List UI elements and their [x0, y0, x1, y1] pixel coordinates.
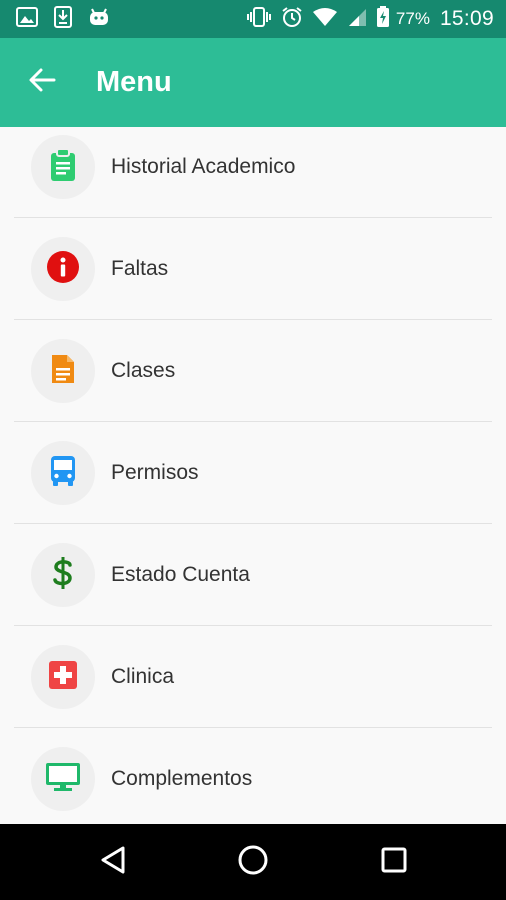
menu-item-label: Faltas [111, 257, 169, 280]
image-icon [16, 6, 38, 32]
wifi-icon [312, 7, 338, 32]
nav-back-button[interactable] [68, 824, 158, 900]
home-circle-icon [237, 844, 269, 881]
status-bar: 77% 15:09 [0, 0, 506, 38]
menu-item-label: Permisos [111, 461, 199, 484]
back-button[interactable] [0, 38, 88, 127]
menu-item-label: Complementos [111, 767, 253, 790]
icon-container [31, 543, 95, 607]
page-title: Menu [96, 66, 172, 98]
dollar-icon [52, 556, 74, 595]
icon-container [31, 135, 95, 199]
menu-list: Historial Academico Faltas Clases Permis… [0, 127, 506, 824]
info-icon [47, 250, 79, 288]
icon-container [31, 645, 95, 709]
document-icon [50, 353, 76, 390]
vibrate-icon [246, 6, 272, 32]
icon-container [31, 339, 95, 403]
menu-item-complementos[interactable]: Complementos [0, 728, 506, 824]
system-icons: 77% 15:09 [237, 5, 494, 33]
menu-item-permisos[interactable]: Permisos [0, 422, 506, 524]
back-triangle-icon [99, 845, 127, 880]
menu-item-clinica[interactable]: Clinica [0, 626, 506, 728]
alarm-icon [281, 6, 303, 33]
clipboard-icon [49, 147, 77, 187]
menu-item-label: Clases [111, 359, 176, 382]
bus-icon [49, 455, 77, 492]
icon-container [31, 441, 95, 505]
arrow-back-icon [28, 66, 56, 99]
menu-item-estado-cuenta[interactable]: Estado Cuenta [0, 524, 506, 626]
battery-percent: 77% [395, 9, 430, 28]
app-bar: Menu [0, 38, 506, 127]
signal-icon [347, 7, 367, 32]
monitor-icon [45, 761, 81, 798]
nav-recents-button[interactable] [349, 824, 439, 900]
recents-square-icon [380, 846, 408, 879]
menu-item-label: Clinica [111, 665, 175, 688]
notification-icons [16, 5, 126, 33]
menu-item-historial-academico[interactable]: Historial Academico [0, 127, 506, 218]
menu-item-label: Historial Academico [111, 155, 296, 178]
menu-item-clases[interactable]: Clases [0, 320, 506, 422]
icon-container [31, 237, 95, 301]
android-icon [88, 8, 110, 31]
battery-charging-icon [376, 5, 390, 33]
menu-item-faltas[interactable]: Faltas [0, 218, 506, 320]
download-icon [54, 5, 72, 33]
navigation-bar [0, 824, 506, 900]
clock: 15:09 [439, 7, 494, 30]
menu-item-label: Estado Cuenta [111, 563, 250, 586]
medical-cross-icon [48, 660, 78, 695]
nav-home-button[interactable] [208, 824, 298, 900]
icon-container [31, 747, 95, 811]
